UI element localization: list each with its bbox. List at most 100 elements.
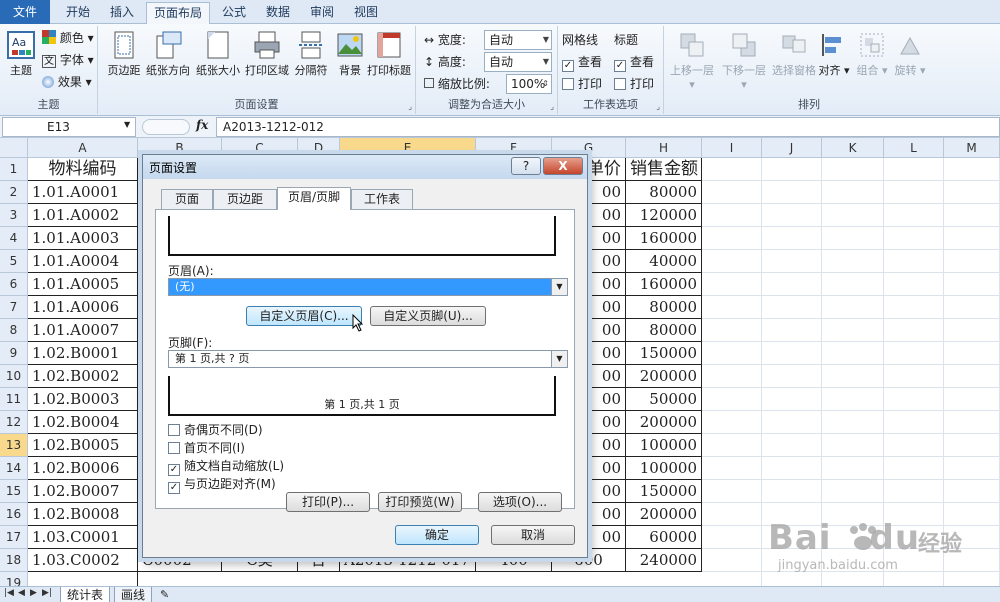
empty-cell[interactable] bbox=[822, 388, 884, 411]
empty-cell[interactable] bbox=[762, 342, 822, 365]
empty-cell[interactable] bbox=[884, 365, 944, 388]
empty-cell[interactable] bbox=[944, 158, 1000, 181]
cell-material-code[interactable]: 1.02.B0002 bbox=[28, 365, 138, 388]
tab-data[interactable]: 数据 bbox=[258, 2, 298, 24]
empty-cell[interactable] bbox=[702, 549, 762, 572]
first-sheet-icon[interactable]: |◀ bbox=[4, 588, 14, 598]
column-header[interactable]: K bbox=[822, 138, 884, 158]
rotate-button[interactable]: 旋转 ▾ bbox=[890, 28, 930, 92]
row-header[interactable]: 15 bbox=[0, 480, 28, 503]
bring-forward-button[interactable]: 上移一层 ▾ bbox=[666, 28, 718, 92]
cell-material-code[interactable]: 1.01.A0002 bbox=[28, 204, 138, 227]
empty-cell[interactable] bbox=[884, 342, 944, 365]
help-button[interactable]: ? bbox=[511, 157, 541, 175]
row-header[interactable]: 16 bbox=[0, 503, 28, 526]
empty-cell[interactable] bbox=[762, 250, 822, 273]
formula-bar-toggle[interactable] bbox=[142, 119, 190, 135]
custom-footer-button[interactable]: 自定义页脚(U)... bbox=[370, 306, 486, 326]
empty-cell[interactable] bbox=[822, 457, 884, 480]
empty-cell[interactable] bbox=[702, 342, 762, 365]
row-header[interactable]: 12 bbox=[0, 411, 28, 434]
empty-cell[interactable] bbox=[822, 204, 884, 227]
tab-home[interactable]: 开始 bbox=[58, 2, 98, 24]
empty-cell[interactable] bbox=[702, 365, 762, 388]
empty-cell[interactable] bbox=[884, 296, 944, 319]
cell-header[interactable]: 物料编码 bbox=[28, 158, 138, 181]
empty-cell[interactable] bbox=[702, 434, 762, 457]
column-header[interactable]: L bbox=[884, 138, 944, 158]
cell-material-code[interactable]: 1.02.B0007 bbox=[28, 480, 138, 503]
cell-sales-amount[interactable]: 80000 bbox=[626, 181, 702, 204]
cell-sales-amount[interactable]: 200000 bbox=[626, 503, 702, 526]
formula-input[interactable]: A2013-1212-012 bbox=[216, 117, 1000, 137]
name-box-dropdown-icon[interactable]: ▼ bbox=[124, 120, 130, 129]
cell-material-code[interactable]: 1.01.A0005 bbox=[28, 273, 138, 296]
gridlines-print-checkbox[interactable]: 打印 bbox=[562, 74, 602, 94]
empty-cell[interactable] bbox=[702, 480, 762, 503]
empty-cell[interactable] bbox=[884, 434, 944, 457]
cell-sales-amount[interactable]: 80000 bbox=[626, 296, 702, 319]
cell-material-code[interactable]: 1.02.B0005 bbox=[28, 434, 138, 457]
empty-cell[interactable] bbox=[944, 250, 1000, 273]
row-header[interactable]: 1 bbox=[0, 158, 28, 181]
tab-formulas[interactable]: 公式 bbox=[214, 2, 254, 24]
background-button[interactable]: 背景 bbox=[332, 28, 368, 92]
empty-cell[interactable] bbox=[702, 296, 762, 319]
empty-cell[interactable] bbox=[884, 411, 944, 434]
empty-cell[interactable] bbox=[822, 250, 884, 273]
cell-material-code[interactable]: 1.01.A0001 bbox=[28, 181, 138, 204]
tab-page-layout[interactable]: 页面布局 bbox=[146, 2, 210, 24]
column-header[interactable]: I bbox=[702, 138, 762, 158]
column-header[interactable]: J bbox=[762, 138, 822, 158]
cell-sales-amount[interactable]: 200000 bbox=[626, 365, 702, 388]
empty-cell[interactable] bbox=[822, 296, 884, 319]
cell-material-code[interactable]: 1.01.A0003 bbox=[28, 227, 138, 250]
empty-cell[interactable] bbox=[944, 411, 1000, 434]
cell-material-code[interactable]: 1.01.A0006 bbox=[28, 296, 138, 319]
row-header[interactable]: 6 bbox=[0, 273, 28, 296]
empty-cell[interactable] bbox=[762, 480, 822, 503]
ok-button[interactable]: 确定 bbox=[395, 525, 479, 545]
print-preview-button[interactable]: 打印预览(W) bbox=[378, 492, 462, 512]
orientation-button[interactable]: 纸张方向 bbox=[142, 28, 194, 92]
size-button[interactable]: 纸张大小 bbox=[192, 28, 244, 92]
next-sheet-icon[interactable]: ▶ bbox=[30, 588, 37, 598]
cell-material-code[interactable]: 1.01.A0004 bbox=[28, 250, 138, 273]
cell-material-code[interactable]: 1.02.B0001 bbox=[28, 342, 138, 365]
empty-cell[interactable] bbox=[822, 181, 884, 204]
empty-cell[interactable] bbox=[822, 273, 884, 296]
row-header[interactable]: 17 bbox=[0, 526, 28, 549]
cell-sales-amount[interactable]: 40000 bbox=[626, 250, 702, 273]
empty-cell[interactable] bbox=[762, 227, 822, 250]
options-button[interactable]: 选项(O)... bbox=[478, 492, 562, 512]
scale-spinner[interactable]: 100% ⇕ bbox=[506, 74, 552, 94]
margins-button[interactable]: 页边距 bbox=[100, 28, 148, 92]
selection-pane-button[interactable]: 选择窗格 bbox=[768, 28, 820, 92]
themes-button[interactable]: Aa 主题 bbox=[2, 28, 40, 92]
row-header[interactable]: 18 bbox=[0, 549, 28, 572]
empty-cell[interactable] bbox=[944, 181, 1000, 204]
scale-launcher-icon[interactable]: ⌟ bbox=[550, 102, 554, 111]
row-header[interactable]: 7 bbox=[0, 296, 28, 319]
empty-cell[interactable] bbox=[822, 411, 884, 434]
cancel-button[interactable]: 取消 bbox=[491, 525, 575, 545]
cell-material-code[interactable]: 1.02.B0006 bbox=[28, 457, 138, 480]
empty-cell[interactable] bbox=[884, 181, 944, 204]
headings-view-checkbox[interactable]: ✓ 查看 bbox=[614, 52, 654, 72]
empty-cell[interactable] bbox=[762, 181, 822, 204]
group-button[interactable]: 组合 ▾ bbox=[852, 28, 892, 92]
cell-material-code[interactable]: 1.03.C0002 bbox=[28, 549, 138, 572]
cell-sales-amount[interactable]: 120000 bbox=[626, 204, 702, 227]
tab-file[interactable]: 文件 bbox=[0, 0, 50, 24]
empty-cell[interactable] bbox=[884, 457, 944, 480]
prev-sheet-icon[interactable]: ◀ bbox=[18, 588, 25, 598]
fonts-button[interactable]: 文 字体 ▾ bbox=[42, 50, 94, 70]
footer-dropdown[interactable]: 第 1 页,共 ? 页 ▼ bbox=[168, 350, 568, 368]
empty-cell[interactable] bbox=[702, 158, 762, 181]
breaks-button[interactable]: 分隔符 bbox=[288, 28, 334, 92]
empty-cell[interactable] bbox=[702, 181, 762, 204]
empty-cell[interactable] bbox=[702, 411, 762, 434]
row-header[interactable]: 5 bbox=[0, 250, 28, 273]
empty-cell[interactable] bbox=[702, 227, 762, 250]
empty-cell[interactable] bbox=[944, 273, 1000, 296]
